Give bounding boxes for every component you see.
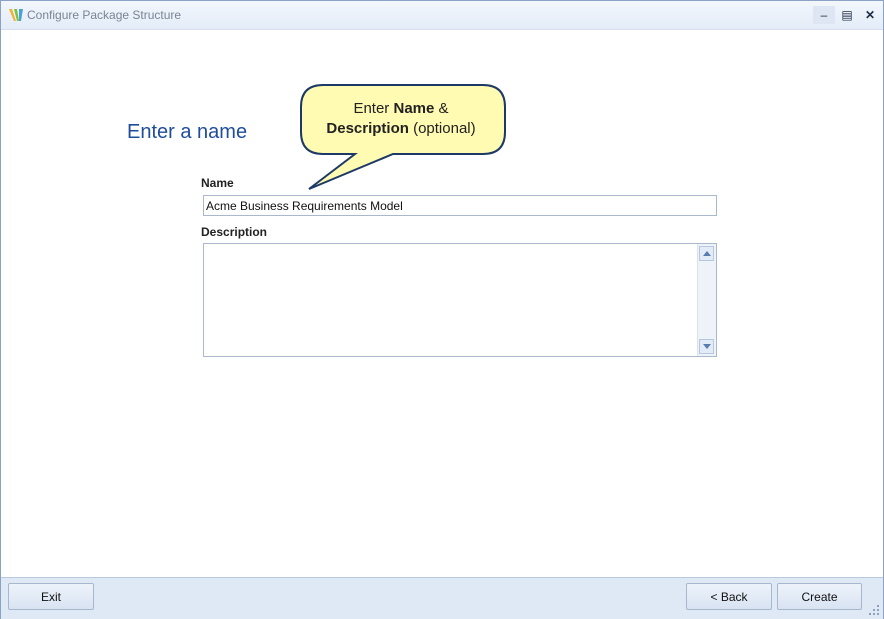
description-scrollbar[interactable]	[697, 244, 716, 356]
scroll-up-icon	[703, 251, 711, 256]
minimize-icon: –	[820, 8, 828, 22]
footer-bar: Exit < Back Create	[1, 577, 883, 619]
maximize-button[interactable]: ▤	[836, 6, 858, 24]
close-icon: ✕	[864, 8, 876, 22]
window-title: Configure Package Structure	[27, 8, 182, 22]
back-button[interactable]: < Back	[686, 583, 772, 610]
scroll-down-button[interactable]	[699, 339, 714, 354]
callout-text: Enter Name & Description (optional)	[326, 100, 476, 137]
description-box	[203, 243, 717, 357]
minimize-button[interactable]: –	[813, 6, 835, 24]
name-label: Name	[201, 176, 234, 190]
title-bar: Configure Package Structure – ▤ ✕	[1, 1, 883, 30]
resize-grip-icon[interactable]	[869, 605, 879, 615]
scroll-down-icon	[703, 344, 711, 349]
create-button[interactable]: Create	[777, 583, 862, 610]
app-icon	[9, 9, 23, 21]
close-button[interactable]: ✕	[859, 6, 881, 24]
configure-package-window: Configure Package Structure – ▤ ✕ Enter …	[0, 0, 884, 619]
description-field[interactable]	[204, 244, 696, 356]
exit-button[interactable]: Exit	[8, 583, 94, 610]
maximize-icon: ▤	[841, 8, 853, 22]
name-field[interactable]	[203, 195, 717, 216]
scroll-up-button[interactable]	[699, 246, 714, 261]
page-title: Enter a name	[127, 121, 248, 143]
description-label: Description	[201, 225, 268, 239]
